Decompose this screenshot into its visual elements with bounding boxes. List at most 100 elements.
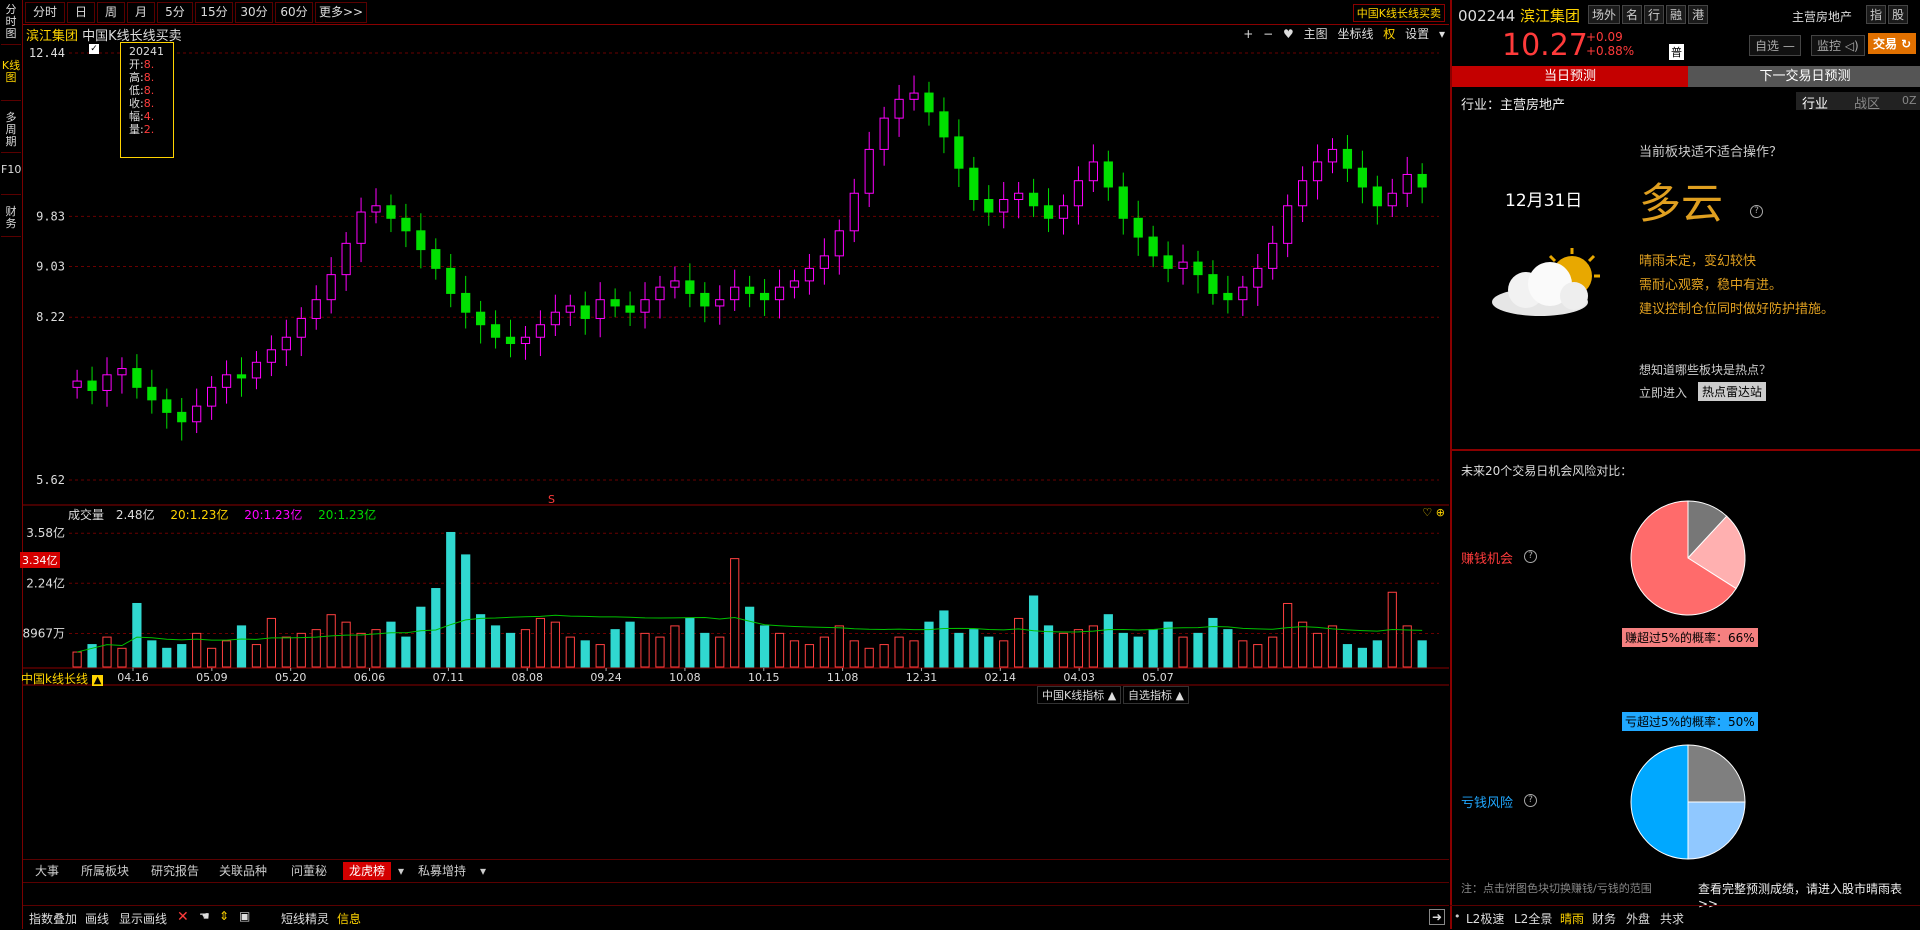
tab-events[interactable]: 大事 [35,862,59,880]
status-finance[interactable]: 财务 [1592,910,1616,927]
tab-next-forecast[interactable]: 下一交易日预测 [1688,66,1920,87]
warning-icon[interactable]: ▲ [91,675,104,686]
period-15min[interactable]: 15分 [195,2,233,23]
draw-line-button[interactable]: 画线 [85,910,109,927]
loss-pie-chart[interactable] [1628,742,1748,862]
status-l2-fast[interactable]: L2极速 [1466,910,1504,927]
divider [1452,449,1920,451]
tab-industry[interactable]: 行业 [1802,93,1828,112]
trade-button[interactable]: 交易 ↻ [1868,33,1917,54]
arrow-icon[interactable]: ➜ [1428,909,1445,925]
dropdown-icon[interactable]: ▾ [398,862,404,880]
volume-tools: ♡ ⊕ [1422,506,1445,519]
monitor-button[interactable]: 监控 ◁) [1811,35,1865,56]
help-icon[interactable]: ? [1524,550,1537,563]
tab-finance[interactable]: 财务 [1,206,21,237]
tab-oz[interactable]: 0Z [1902,94,1917,107]
candle-body [804,267,815,282]
tab-f10[interactable]: F10 [1,164,21,195]
period-week[interactable]: 周 [97,2,125,23]
candle-body [461,292,471,313]
period-fenshi[interactable]: 分时 [25,2,65,23]
index-button[interactable]: 指 [1866,5,1887,24]
zoom-icon[interactable]: ⊕ [1436,506,1445,519]
price-tick-label: 5.62 [36,473,65,487]
checkbox-icon[interactable]: ✓ [89,44,99,54]
volume-header: 成交量 2.48亿 20:1.23亿 20:1.23亿 20:1.23亿 [68,506,376,523]
tooltip-label: 量: [129,123,144,136]
candle-body [924,92,934,113]
indicator-button-custom[interactable]: 自选指标 ▲ [1123,686,1189,704]
date-tick-label: 04.03 [1063,671,1095,684]
help-icon[interactable]: ? [1750,205,1763,218]
mini-tab-industry[interactable]: 行 [1644,5,1665,24]
candle-body [595,299,605,319]
index-overlay-button[interactable]: 指数叠加 [29,910,77,927]
period-day[interactable]: 日 [67,2,95,23]
status-l2-full[interactable]: L2全景 [1514,910,1552,927]
move-icon[interactable]: ⇕ [219,909,229,923]
volume-tick-label: 8967万 [23,626,65,640]
period-month[interactable]: 月 [127,2,155,23]
period-60min[interactable]: 60分 [275,2,313,23]
status-gongqiu[interactable]: 共求 [1660,910,1684,927]
lock-icon[interactable]: ▣ [239,909,250,923]
period-30min[interactable]: 30分 [235,2,273,23]
date-tick-label: 07.11 [433,671,465,684]
candle-body [505,336,516,345]
status-foreign[interactable]: 外盘 [1626,910,1650,927]
tab-zone[interactable]: 战区 [1854,93,1880,112]
indicator-tab[interactable]: 中国k线长线 ▲ [21,670,104,687]
mini-tab-hk[interactable]: 港 [1688,5,1709,24]
tab-fenshi[interactable]: 分时图 [1,4,21,45]
mini-tab-margin[interactable]: 融 [1666,5,1687,24]
stock-name: 滨江集团 [1520,7,1581,25]
candlestick-chart[interactable]: 12.44 9.83 9.03 8.22 5.62 3.58亿 2.24亿 8967万 04.1… [23,25,1449,825]
short-line-button[interactable]: 短线精灵 [281,910,329,927]
candle-body [999,199,1009,213]
show-lines-button[interactable]: 显示画线 [119,910,167,927]
close-icon[interactable]: ✕ [177,909,189,925]
earn-pie-chart[interactable] [1628,498,1748,618]
mini-tab-otc[interactable]: 场外 [1588,5,1621,24]
date-tick-label: 08.08 [511,671,543,684]
stock-button[interactable]: 股 [1888,5,1909,24]
status-weather[interactable]: 晴雨 [1560,910,1584,927]
chart-area[interactable]: 滨江集团 中国K线长线买卖 + − ♥ 主图 坐标线 权 设置 ▾ 12.44 9… [20,25,1449,827]
volume-bar [266,617,277,668]
tab-related[interactable]: 关联品种 [219,862,267,880]
volume-bar [954,632,964,668]
tab-today-forecast[interactable]: 当日预测 [1452,66,1688,87]
help-icon[interactable]: ? [1524,794,1537,807]
hot-radar-button[interactable]: 热点雷达站 [1698,382,1767,401]
period-more[interactable]: 更多>> [315,2,367,23]
favorite-icon[interactable]: ♡ [1422,506,1432,519]
volume-bar [117,647,127,668]
period-5min[interactable]: 5分 [157,2,193,23]
tab-dragon-tiger[interactable]: 龙虎榜 [343,862,392,880]
sector-buttons: 指股 [1864,5,1909,24]
indicator-button-china[interactable]: 中国K线指标 ▲ [1037,686,1122,704]
dropdown-icon[interactable]: ▾ [480,862,486,880]
watchlist-button[interactable]: 自选 — [1749,35,1801,56]
tab-ask-secretary[interactable]: 问董秘 [291,862,327,880]
price: 10.27 [1502,28,1588,63]
date-tick-label: 06.06 [354,671,386,684]
mini-tab-name[interactable]: 名 [1622,5,1643,24]
hand-icon[interactable]: ☚ [199,909,210,923]
volume-bar [1402,625,1412,668]
volume-bar [431,588,441,668]
tab-multi-period[interactable]: 多周期 [1,112,21,153]
info-button[interactable]: 信息 [337,910,361,927]
tab-kline[interactable]: K线图 [1,60,21,101]
volume-bar [356,632,366,668]
candle-body [1357,167,1367,188]
tab-research[interactable]: 研究报告 [151,862,199,880]
industry-tabs: 行业 战区 0Z [1796,92,1920,112]
tab-private-fund[interactable]: 私募增持 [418,862,466,880]
volume-bar [550,621,560,668]
indicator-tab-label: 中国k线长线 [21,672,88,686]
volume-bar [281,636,291,668]
indicator-tag[interactable]: 中国K线长线买卖 [1352,4,1445,22]
tab-sector[interactable]: 所属板块 [81,862,129,880]
